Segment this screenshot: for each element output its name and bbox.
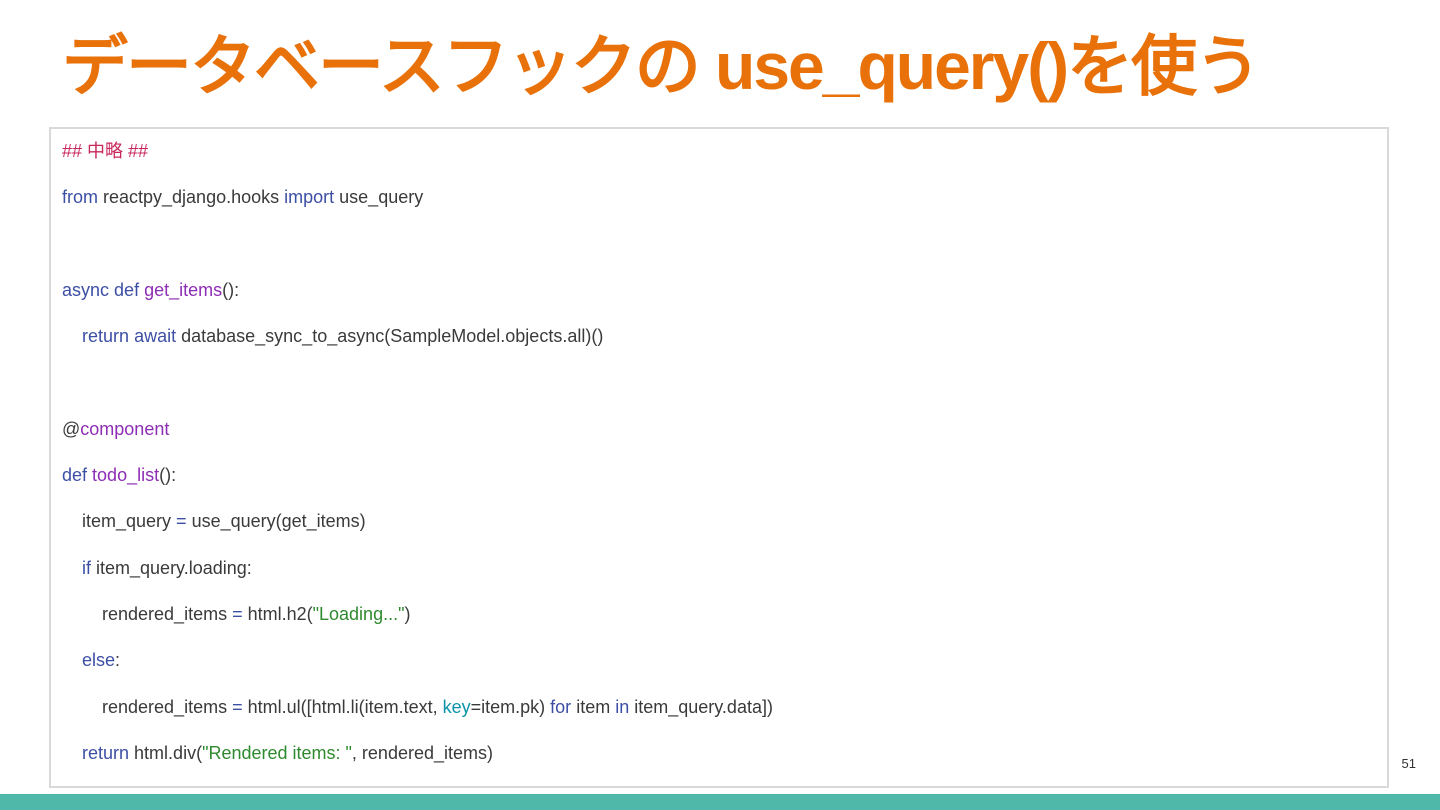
code-line: async def get_items():: [62, 277, 239, 303]
code-token: rendered_items: [62, 604, 233, 624]
slide-title: データベースフックの use_query()を使う: [62, 29, 1261, 103]
code-token: from: [62, 187, 98, 208]
code-token: key: [442, 696, 471, 717]
code-token: todo_list: [92, 465, 160, 486]
code-token: reactpy_django.hooks: [98, 187, 285, 208]
code-token: html.div(: [129, 742, 203, 763]
code-token: if: [82, 557, 92, 578]
code-token: use_query: [334, 187, 424, 208]
code-token: html.ul([html.li(item.text,: [242, 696, 443, 717]
code-token: rendered_items: [62, 696, 233, 717]
code-token: in: [615, 696, 630, 717]
code-token: @: [62, 418, 81, 439]
code-token: def: [114, 279, 140, 300]
code-token: return: [82, 742, 130, 763]
code-token: else: [82, 650, 116, 671]
code-line: item_query = use_query(get_items): [62, 508, 366, 534]
code-line: rendered_items = html.ul([html.li(item.t…: [62, 694, 773, 720]
code-line: ## 中略 ##: [62, 138, 148, 164]
code-line: from reactpy_django.hooks import use_que…: [62, 184, 423, 210]
code-token: async: [62, 279, 110, 300]
code-token: await: [134, 326, 177, 347]
code-token: :: [115, 650, 121, 671]
code-line: else:: [62, 647, 120, 673]
code-token: item_query.data]): [629, 696, 773, 717]
page-number: 51: [1401, 756, 1416, 771]
code-token: "Loading...": [312, 604, 405, 624]
code-token: return: [82, 326, 130, 347]
code-line: return html.div("Rendered items: ", rend…: [62, 740, 493, 766]
footer-bar: [0, 794, 1440, 810]
code-token: import: [284, 187, 335, 208]
code-token: component: [80, 418, 170, 439]
code-line: if item_query.loading:: [62, 555, 252, 581]
code-token: get_items: [144, 279, 223, 300]
code-block: [49, 127, 1389, 788]
code-token: ## 中略 ##: [62, 141, 149, 161]
code-token: item: [571, 696, 616, 717]
code-token: "Rendered items: ": [202, 742, 352, 763]
code-token: database_sync_to_async(SampleModel.objec…: [176, 326, 604, 347]
code-token: =item.pk): [470, 696, 551, 717]
code-token: =: [176, 511, 187, 532]
code-line: def todo_list():: [62, 462, 176, 488]
code-token: use_query(get_items): [186, 511, 366, 532]
code-token: =: [232, 604, 243, 624]
code-token: for: [550, 696, 572, 717]
code-token: def: [62, 465, 88, 486]
code-token: html.h2(: [242, 604, 313, 624]
code-token: item_query.loading:: [91, 557, 252, 578]
code-token: ): [404, 604, 411, 624]
code-token: ():: [159, 465, 177, 486]
code-token: =: [232, 696, 243, 717]
code-line: rendered_items = html.h2("Loading..."): [62, 601, 410, 627]
code-token: , rendered_items): [351, 742, 493, 763]
code-line: return await database_sync_to_async(Samp…: [62, 323, 603, 349]
code-token: item_query: [62, 511, 177, 532]
code-token: ():: [222, 279, 240, 300]
code-line: @component: [62, 416, 169, 442]
